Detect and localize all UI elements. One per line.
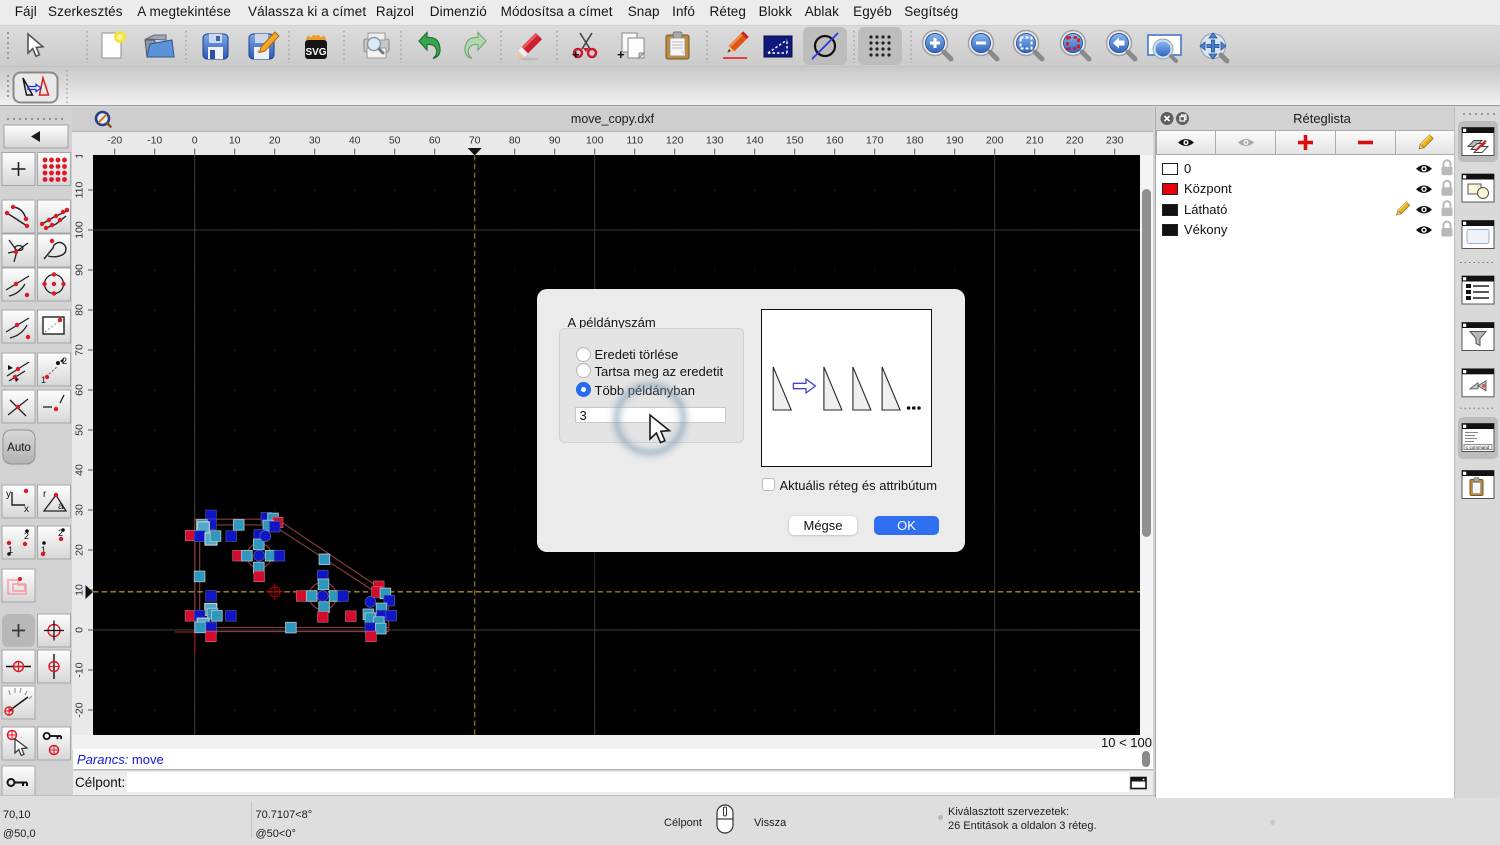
- svg-text:100: 100: [586, 135, 604, 147]
- svg-text:210: 210: [1026, 135, 1044, 147]
- svg-text:120: 120: [666, 135, 684, 147]
- svg-text:SVG: SVG: [305, 47, 326, 58]
- svg-text:80: 80: [74, 304, 86, 316]
- svg-text:Auto: Auto: [7, 442, 31, 454]
- svg-text:50: 50: [74, 424, 86, 436]
- svg-text:80: 80: [509, 135, 521, 147]
- svg-text:200: 200: [986, 135, 1004, 147]
- svg-text:30: 30: [309, 135, 321, 147]
- svg-text:60: 60: [74, 384, 86, 396]
- svg-text:20: 20: [269, 135, 281, 147]
- svg-text:230: 230: [1106, 135, 1124, 147]
- svg-text:90: 90: [74, 264, 86, 276]
- svg-text:40: 40: [74, 464, 86, 476]
- svg-text:0: 0: [74, 627, 86, 633]
- svg-text:+: +: [572, 47, 580, 62]
- svg-text:70: 70: [74, 344, 86, 356]
- svg-text:c command: c command: [1466, 445, 1490, 450]
- svg-text:-10: -10: [147, 135, 162, 147]
- svg-text:120: 120: [74, 155, 86, 159]
- svg-text:y: y: [6, 489, 11, 500]
- svg-text:110: 110: [626, 135, 643, 147]
- svg-text:-10: -10: [74, 662, 86, 677]
- svg-text:170: 170: [866, 135, 884, 147]
- svg-text:a: a: [58, 501, 64, 512]
- svg-text:180: 180: [906, 135, 924, 147]
- svg-text:140: 140: [746, 135, 764, 147]
- svg-text:10: 10: [229, 135, 241, 147]
- svg-text:70: 70: [469, 135, 481, 147]
- svg-text:90: 90: [549, 135, 561, 147]
- svg-text:-20: -20: [74, 702, 86, 717]
- svg-text:40: 40: [349, 135, 361, 147]
- svg-text:20: 20: [74, 544, 86, 556]
- svg-text:110: 110: [74, 181, 86, 198]
- svg-text:+: +: [617, 47, 625, 62]
- svg-text:190: 190: [946, 135, 964, 147]
- svg-text:160: 160: [826, 135, 844, 147]
- svg-text:30: 30: [74, 504, 86, 516]
- svg-text:220: 220: [1066, 135, 1084, 147]
- svg-text:50: 50: [389, 135, 401, 147]
- svg-text:10: 10: [74, 584, 86, 596]
- svg-text:150: 150: [786, 135, 804, 147]
- svg-text:100: 100: [74, 221, 86, 239]
- svg-text:60: 60: [429, 135, 441, 147]
- svg-text:130: 130: [706, 135, 724, 147]
- svg-text:-20: -20: [107, 135, 122, 147]
- svg-text:0: 0: [192, 135, 198, 147]
